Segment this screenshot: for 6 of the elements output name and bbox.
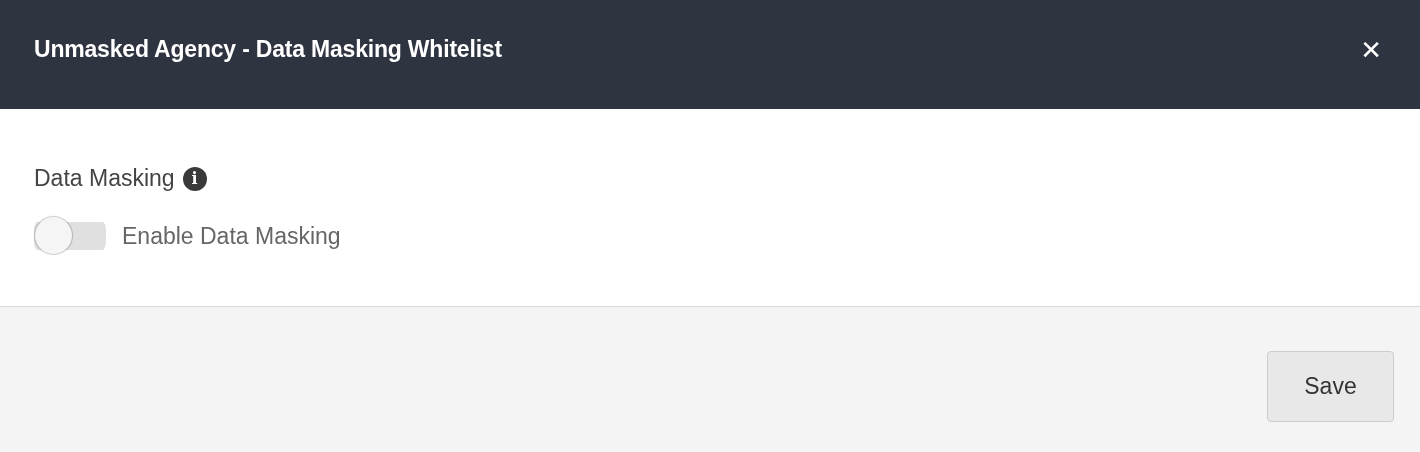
dialog-title: Unmasked Agency - Data Masking Whitelist	[34, 36, 502, 63]
info-icon[interactable]: i	[182, 166, 207, 191]
save-button[interactable]: Save	[1267, 351, 1394, 422]
close-button[interactable]: ✕	[1356, 34, 1386, 65]
toggle-label: Enable Data Masking	[122, 222, 341, 250]
section-label: Data Masking	[34, 165, 175, 192]
